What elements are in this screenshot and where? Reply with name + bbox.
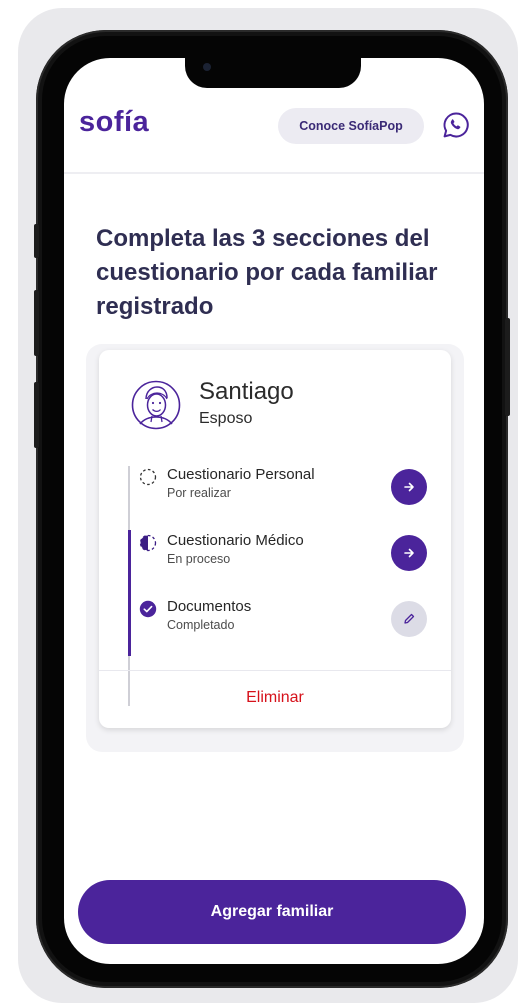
edit-documentos-button[interactable] — [391, 601, 427, 637]
step-status: En proceso — [167, 552, 231, 566]
member-name: Santiago — [199, 378, 294, 405]
delete-member-button[interactable]: Eliminar — [99, 680, 451, 716]
side-button-volume-down — [34, 382, 39, 448]
phone-notch — [185, 58, 361, 88]
go-personal-button[interactable] — [391, 469, 427, 505]
card-divider — [99, 670, 451, 671]
add-family-member-button[interactable]: Agregar familiar — [78, 880, 466, 944]
arrow-right-icon — [404, 482, 414, 492]
go-medico-button[interactable] — [391, 535, 427, 571]
step-status: Completado — [167, 618, 235, 632]
step-cuestionario-medico: Cuestionario Médico En proceso — [139, 532, 439, 572]
whatsapp-icon[interactable] — [442, 111, 470, 139]
step-status: Por realizar — [167, 486, 231, 500]
step-title: Cuestionario Médico — [167, 532, 304, 549]
progress-track-active — [128, 530, 131, 656]
step-documentos: Documentos Completado — [139, 598, 439, 638]
front-camera — [203, 63, 211, 71]
dashed-circle-icon — [139, 468, 157, 486]
check-circle-icon — [139, 600, 157, 618]
sofia-logo: sofía — [79, 106, 150, 138]
step-title: Cuestionario Personal — [167, 466, 315, 483]
side-button-power — [505, 318, 510, 416]
family-member-card: Santiago Esposo Cuestionario Personal Po… — [99, 350, 451, 728]
step-title: Documentos — [167, 598, 252, 615]
pencil-icon — [404, 613, 415, 624]
conoce-sofiapop-button[interactable]: Conoce SofíaPop — [278, 108, 424, 144]
page-title: Completa las 3 secciones del cuestionari… — [96, 225, 438, 320]
app-screen: sofía Conoce SofíaPop Completa las 3 sec… — [64, 58, 484, 964]
member-relation: Esposo — [199, 410, 253, 427]
avatar-icon — [131, 380, 181, 430]
side-button-volume-up — [34, 290, 39, 356]
arrow-right-icon — [404, 548, 414, 558]
side-button-silent — [34, 224, 39, 258]
step-cuestionario-personal: Cuestionario Personal Por realizar — [139, 466, 439, 506]
half-circle-icon — [139, 534, 157, 552]
